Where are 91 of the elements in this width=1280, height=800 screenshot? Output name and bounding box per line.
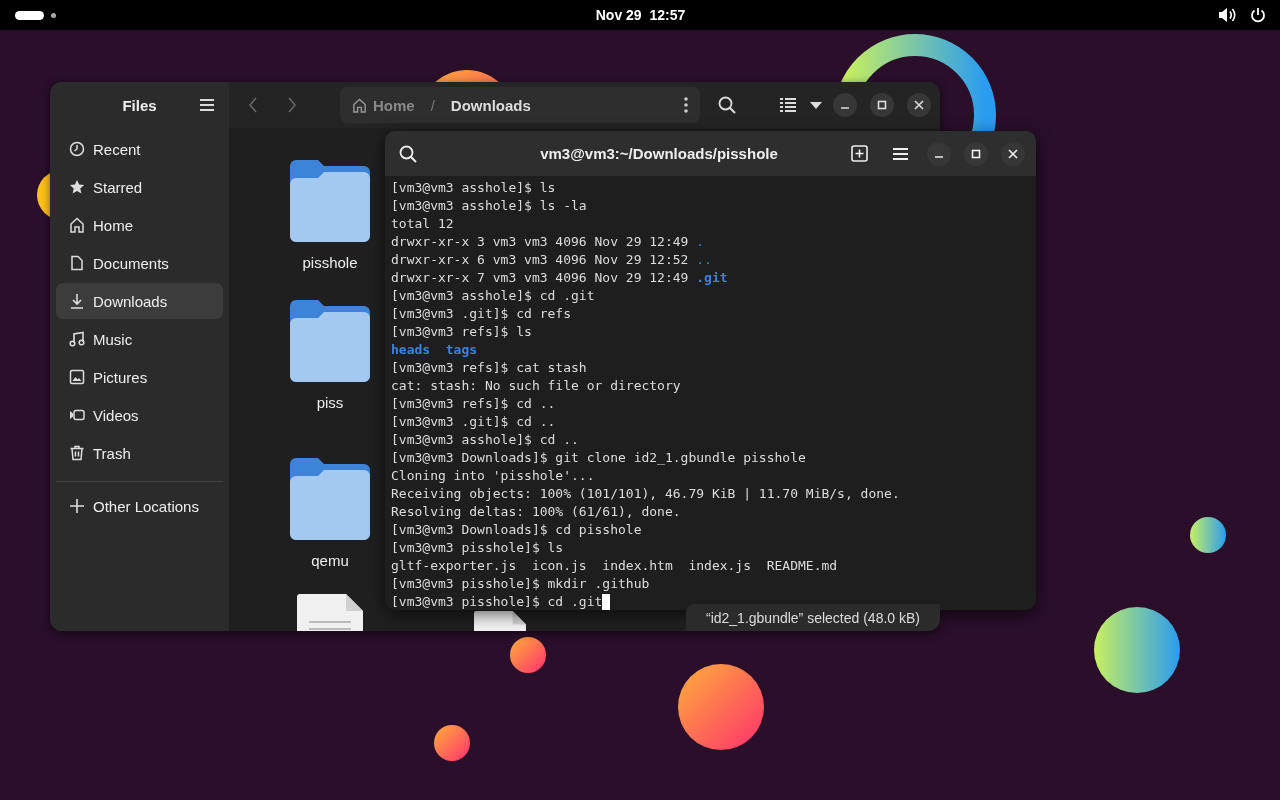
terminal-line: cat: stash: No such file or directory bbox=[391, 377, 681, 395]
minimize-button[interactable] bbox=[927, 141, 951, 166]
app-title: Files bbox=[122, 96, 157, 114]
terminal-line: Resolving deltas: 100% (61/61), done. bbox=[391, 503, 681, 521]
folder-item[interactable]: qemu bbox=[290, 458, 370, 569]
picture-frame-icon bbox=[69, 369, 85, 385]
music-icon bbox=[69, 331, 85, 347]
terminal-line: [vm3@vm3 refs]$ cat stash bbox=[391, 359, 587, 377]
menu-icon[interactable] bbox=[893, 147, 908, 160]
path-bar[interactable]: Home / Downloads bbox=[340, 87, 700, 123]
window-title: vm3@vm3:~/Downloads/pisshole bbox=[539, 145, 779, 162]
home-icon bbox=[352, 97, 367, 113]
terminal-line: Cloning into 'pisshole'... bbox=[391, 467, 595, 485]
maximize-button[interactable] bbox=[870, 93, 894, 117]
path-segment[interactable]: Home bbox=[373, 96, 415, 114]
close-icon bbox=[914, 100, 924, 110]
sidebar-item[interactable]: Downloads bbox=[56, 283, 223, 319]
terminal-line: [vm3@vm3 pisshole]$ cd .git bbox=[391, 593, 603, 610]
document-icon bbox=[69, 255, 85, 271]
terminal-line: [vm3@vm3 pisshole]$ ls bbox=[391, 539, 564, 557]
new-tab-icon[interactable] bbox=[851, 145, 868, 162]
sidebar-item[interactable]: Documents bbox=[56, 245, 223, 281]
terminal-line: [vm3@vm3 refs]$ ls bbox=[391, 323, 532, 341]
decorative-circle bbox=[510, 637, 546, 673]
sidebar-item[interactable]: Starred bbox=[56, 169, 223, 205]
folder-icon bbox=[290, 300, 370, 382]
terminal-line: [vm3@vm3 Downloads]$ cd pisshole bbox=[391, 521, 642, 539]
file-name: piss bbox=[316, 394, 344, 411]
maximize-icon bbox=[971, 148, 981, 159]
folder-icon bbox=[290, 160, 370, 242]
terminal-line: drwxr-xr-x 3 vm3 vm3 4096 Nov 29 12:49 . bbox=[391, 233, 705, 251]
close-button[interactable] bbox=[907, 93, 931, 117]
sidebar-item[interactable]: Other Locations bbox=[56, 488, 223, 524]
decorative-circle bbox=[434, 725, 470, 761]
maximize-icon bbox=[877, 100, 887, 110]
clock-icon bbox=[69, 141, 85, 157]
forward-icon[interactable] bbox=[287, 97, 297, 113]
sidebar-item[interactable]: Trash bbox=[56, 435, 223, 471]
minimize-button[interactable] bbox=[833, 93, 857, 117]
decorative-circle bbox=[1190, 517, 1226, 553]
terminal-line: [vm3@vm3 asshole]$ ls -la bbox=[391, 197, 587, 215]
terminal-line: Receiving objects: 100% (101/101), 46.79 KiB | 11.70 MiB/s, done. bbox=[391, 485, 900, 503]
terminal-line: gltf-exporter.js icon.js index.htm index.js README.md bbox=[391, 557, 838, 575]
terminal-line: [vm3@vm3 .git]$ cd .. bbox=[391, 413, 556, 431]
terminal-line: total 12 bbox=[391, 215, 454, 233]
volume-icon[interactable] bbox=[1218, 7, 1236, 23]
search-icon[interactable] bbox=[718, 96, 736, 114]
sidebar-item[interactable]: Recent bbox=[56, 131, 223, 167]
file-name: qemu bbox=[311, 552, 349, 569]
minimize-icon bbox=[934, 155, 944, 158]
back-icon[interactable] bbox=[248, 97, 258, 113]
terminal-line: [vm3@vm3 asshole]$ cd .git bbox=[391, 287, 595, 305]
terminal-line: [vm3@vm3 Downloads]$ git clone id2_1.gbundle pisshole bbox=[391, 449, 806, 467]
close-button[interactable] bbox=[1001, 141, 1025, 166]
terminal-line: drwxr-xr-x 6 vm3 vm3 4096 Nov 29 12:52 .. bbox=[391, 251, 712, 269]
sidebar-item[interactable]: Home bbox=[56, 207, 223, 243]
workspace-dot[interactable] bbox=[51, 12, 56, 18]
folder-icon bbox=[290, 458, 370, 540]
search-icon[interactable] bbox=[399, 144, 417, 163]
terminal-line: [vm3@vm3 pisshole]$ mkdir .github bbox=[391, 575, 650, 593]
minimize-icon bbox=[840, 107, 850, 109]
home-icon bbox=[69, 217, 85, 233]
sidebar-item[interactable]: Videos bbox=[56, 397, 223, 433]
more-icon[interactable] bbox=[684, 97, 688, 113]
list-view-icon[interactable] bbox=[780, 98, 796, 112]
clock[interactable]: Nov 29 12:57 bbox=[595, 7, 686, 23]
plus-icon bbox=[69, 498, 85, 514]
menu-icon[interactable] bbox=[200, 99, 214, 111]
star-icon bbox=[69, 179, 85, 195]
terminal-line: [vm3@vm3 asshole]$ ls bbox=[391, 179, 556, 197]
folder-item[interactable]: piss bbox=[290, 300, 370, 411]
power-icon[interactable] bbox=[1250, 7, 1266, 23]
video-camera-icon bbox=[69, 407, 85, 423]
sidebar-item[interactable]: Pictures bbox=[56, 359, 223, 395]
terminal-line: [vm3@vm3 asshole]$ cd .. bbox=[391, 431, 579, 449]
terminal-line: [vm3@vm3 refs]$ cd .. bbox=[391, 395, 556, 413]
terminal-line: heads tags bbox=[391, 341, 478, 359]
activities-button[interactable] bbox=[15, 10, 44, 20]
close-icon bbox=[1008, 148, 1018, 159]
path-separator: / bbox=[430, 96, 435, 114]
trash-icon bbox=[69, 445, 85, 461]
download-icon bbox=[69, 293, 85, 309]
terminal-line: drwxr-xr-x 7 vm3 vm3 4096 Nov 29 12:49 .git bbox=[391, 269, 728, 287]
terminal-line: [vm3@vm3 .git]$ cd refs bbox=[391, 305, 571, 323]
maximize-button[interactable] bbox=[964, 141, 988, 166]
dropdown-icon[interactable] bbox=[810, 101, 822, 109]
status-overlay: “id2_1.gbundle” selected (48.0 kB) bbox=[686, 604, 940, 631]
file-name: pisshole bbox=[302, 254, 358, 271]
folder-item[interactable]: pisshole bbox=[290, 160, 370, 271]
path-segment[interactable]: Downloads bbox=[450, 96, 531, 114]
sidebar-item[interactable]: Music bbox=[56, 321, 223, 357]
